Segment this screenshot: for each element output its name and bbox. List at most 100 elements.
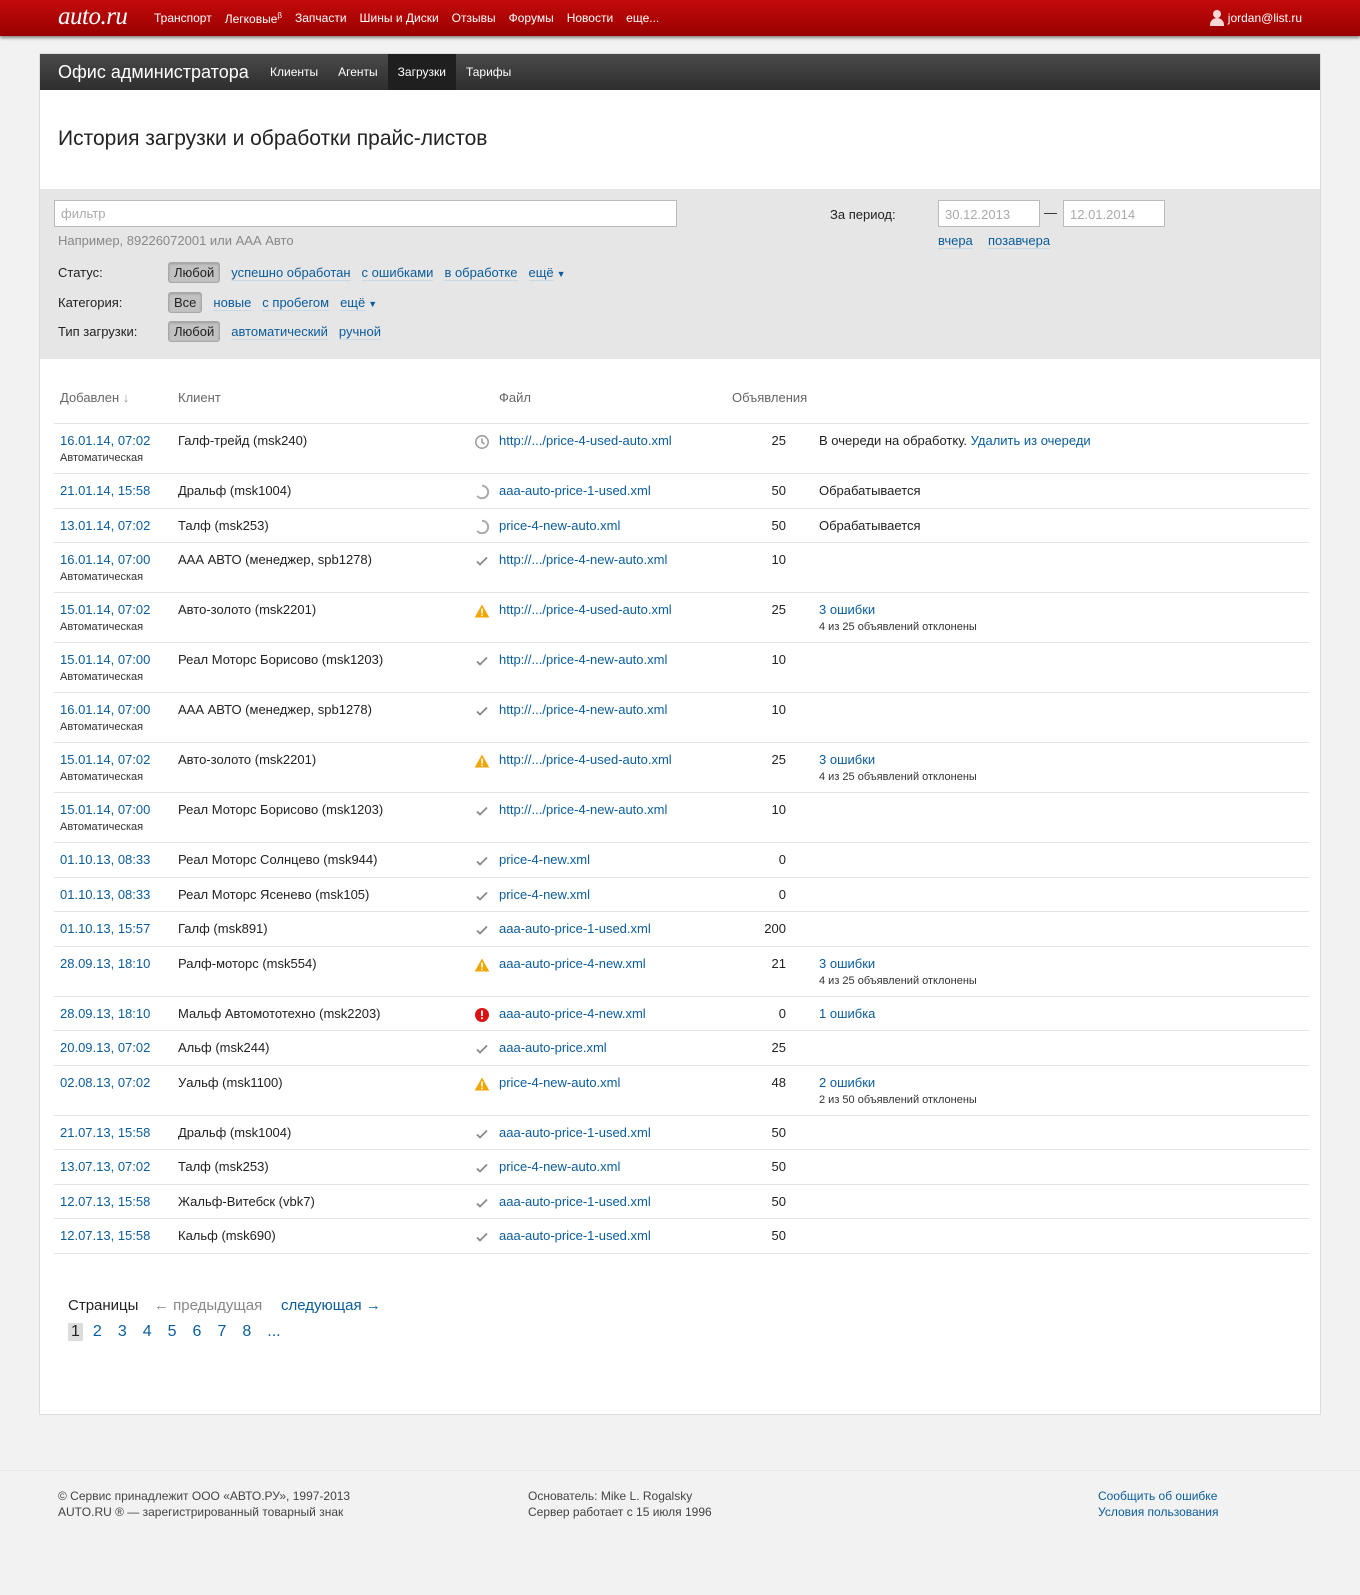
status-processing-link[interactable]: в обработке	[444, 265, 518, 281]
row-date-link[interactable]: 20.09.13, 07:02	[60, 1040, 150, 1055]
row-file-link[interactable]: http://.../price-4-used-auto.xml	[499, 433, 672, 448]
page-7[interactable]: 7	[217, 1323, 226, 1341]
row-file-link[interactable]: http://.../price-4-new-auto.xml	[499, 552, 667, 567]
row-date-link[interactable]: 15.01.14, 07:00	[60, 652, 150, 667]
row-file-link[interactable]: aaa-auto-price-4-new.xml	[499, 1006, 646, 1021]
row-client: Дральф (msk1004)	[178, 1124, 292, 1140]
row-date-link[interactable]: 01.10.13, 08:33	[60, 852, 150, 867]
row-date-link[interactable]: 16.01.14, 07:00	[60, 702, 150, 717]
row-status-link[interactable]: 1 ошибка	[819, 1006, 875, 1021]
tab-tariffs[interactable]: Тарифы	[456, 54, 521, 90]
category-used-link[interactable]: с пробегом	[262, 295, 330, 311]
nav-cars[interactable]: Легковыеβ	[225, 11, 282, 26]
row-file-link[interactable]: http://.../price-4-new-auto.xml	[499, 702, 667, 717]
page-more[interactable]: ...	[267, 1323, 280, 1341]
type-any-pill[interactable]: Любой	[168, 321, 221, 342]
type-manual-link[interactable]: ручной	[338, 324, 381, 340]
nav-news[interactable]: Новости	[567, 11, 613, 26]
status-any-pill[interactable]: Любой	[168, 262, 221, 283]
date-to-input[interactable]: 12.01.2014	[1063, 200, 1165, 227]
filter-panel: Например, 89226072001 или ААА Авто За пе…	[40, 189, 1320, 359]
row-file-link[interactable]: aaa-auto-price-4-new.xml	[499, 956, 646, 971]
row-date-link[interactable]: 16.01.14, 07:00	[60, 552, 150, 567]
row-file-link[interactable]: http://.../price-4-used-auto.xml	[499, 602, 672, 617]
row-file-link[interactable]: price-4-new-auto.xml	[499, 1075, 620, 1090]
row-status-link[interactable]: 3 ошибки	[819, 602, 875, 617]
row-status-link[interactable]: 2 ошибки	[819, 1075, 875, 1090]
warning-icon	[474, 753, 490, 769]
tab-clients[interactable]: Клиенты	[260, 54, 328, 90]
table-row: 21.01.14, 15:58 Дральф (msk1004) aaa-auto-…	[54, 474, 1309, 509]
row-date-link[interactable]: 13.07.13, 07:02	[60, 1159, 150, 1174]
col-added[interactable]: Добавлен ↓	[60, 390, 129, 405]
row-date-link[interactable]: 28.09.13, 18:10	[60, 1006, 150, 1021]
terms-link[interactable]: Условия пользования	[1098, 1505, 1219, 1519]
row-file-link[interactable]: http://.../price-4-new-auto.xml	[499, 802, 667, 817]
status-errors-link[interactable]: с ошибками	[361, 265, 434, 281]
nav-reviews[interactable]: Отзывы	[452, 11, 496, 26]
row-date-link[interactable]: 16.01.14, 07:02	[60, 433, 150, 448]
row-status-detail: 4 из 25 объявлений отклонены	[819, 621, 977, 633]
period-label: За период:	[830, 207, 896, 222]
row-file-link[interactable]: price-4-new-auto.xml	[499, 518, 620, 533]
site-logo[interactable]: auto.ru	[58, 3, 128, 31]
page-6[interactable]: 6	[193, 1323, 202, 1341]
status-success-link[interactable]: успешно обработан	[231, 265, 351, 281]
category-more-link[interactable]: ещё ▼	[340, 295, 378, 311]
page-3[interactable]: 3	[118, 1323, 127, 1341]
nav-more[interactable]: еще...	[626, 11, 659, 26]
row-date-link[interactable]: 01.10.13, 08:33	[60, 887, 150, 902]
row-date-link[interactable]: 13.01.14, 07:02	[60, 518, 150, 533]
row-date-link[interactable]: 21.01.14, 15:58	[60, 483, 150, 498]
report-error-link[interactable]: Сообщить об ошибке	[1098, 1489, 1217, 1503]
row-file-link[interactable]: aaa-auto-price-1-used.xml	[499, 483, 651, 498]
date-from-input[interactable]: 30.12.2013	[938, 200, 1040, 227]
row-file-link[interactable]: aaa-auto-price-1-used.xml	[499, 921, 651, 936]
nav-tires[interactable]: Шины и Диски	[360, 11, 439, 26]
row-date-link[interactable]: 15.01.14, 07:00	[60, 802, 150, 817]
user-menu[interactable]: jordan@list.ru	[1209, 10, 1302, 26]
page-2[interactable]: 2	[93, 1323, 102, 1341]
quick-day-before-link[interactable]: позавчера	[988, 233, 1051, 249]
row-client: Галф-трейд (msk240)	[178, 433, 308, 448]
row-date-link[interactable]: 01.10.13, 15:57	[60, 921, 150, 936]
tab-agents[interactable]: Агенты	[328, 54, 388, 90]
row-date-link[interactable]: 02.08.13, 07:02	[60, 1075, 150, 1090]
nav-forums[interactable]: Форумы	[509, 11, 554, 26]
category-all-pill[interactable]: Все	[168, 292, 203, 313]
row-file-link[interactable]: aaa-auto-price-1-used.xml	[499, 1125, 651, 1140]
filter-input[interactable]	[54, 200, 677, 227]
caret-down-icon: ▼	[368, 299, 378, 309]
type-auto-link[interactable]: автоматический	[231, 324, 328, 340]
nav-transport[interactable]: Транспорт	[154, 11, 212, 26]
row-date-link[interactable]: 15.01.14, 07:02	[60, 602, 150, 617]
category-new-link[interactable]: новые	[213, 295, 252, 311]
row-date-link[interactable]: 12.07.13, 15:58	[60, 1194, 150, 1209]
row-file-link[interactable]: aaa-auto-price.xml	[499, 1040, 607, 1055]
row-file-link[interactable]: http://.../price-4-used-auto.xml	[499, 752, 672, 767]
row-date-link[interactable]: 28.09.13, 18:10	[60, 956, 150, 971]
row-status-link[interactable]: 3 ошибки	[819, 956, 875, 971]
row-file-link[interactable]: price-4-new.xml	[499, 887, 590, 902]
nav-parts[interactable]: Запчасти	[295, 11, 347, 26]
row-client: Альф (msk244)	[178, 1040, 270, 1055]
row-date-link[interactable]: 15.01.14, 07:02	[60, 752, 150, 767]
col-client[interactable]: Клиент	[178, 390, 221, 405]
page-8[interactable]: 8	[242, 1323, 251, 1341]
tab-uploads[interactable]: Загрузки	[387, 54, 456, 90]
quick-yesterday-link[interactable]: вчера	[938, 233, 973, 249]
row-status-link[interactable]: Удалить из очереди	[971, 433, 1091, 448]
row-status-link[interactable]: 3 ошибки	[819, 752, 875, 767]
status-more-link[interactable]: ещё ▼	[528, 265, 566, 281]
page-4[interactable]: 4	[143, 1323, 152, 1341]
row-file-link[interactable]: price-4-new.xml	[499, 852, 590, 867]
row-file-link[interactable]: http://.../price-4-new-auto.xml	[499, 652, 667, 667]
check-icon	[474, 553, 490, 569]
row-file-link[interactable]: price-4-new-auto.xml	[499, 1159, 620, 1174]
next-page-link[interactable]: следующая →	[281, 1297, 381, 1314]
page-5[interactable]: 5	[168, 1323, 177, 1341]
row-file-link[interactable]: aaa-auto-price-1-used.xml	[499, 1194, 651, 1209]
row-file-link[interactable]: aaa-auto-price-1-used.xml	[499, 1228, 651, 1243]
row-date-link[interactable]: 21.07.13, 15:58	[60, 1125, 150, 1140]
row-date-link[interactable]: 12.07.13, 15:58	[60, 1228, 150, 1243]
